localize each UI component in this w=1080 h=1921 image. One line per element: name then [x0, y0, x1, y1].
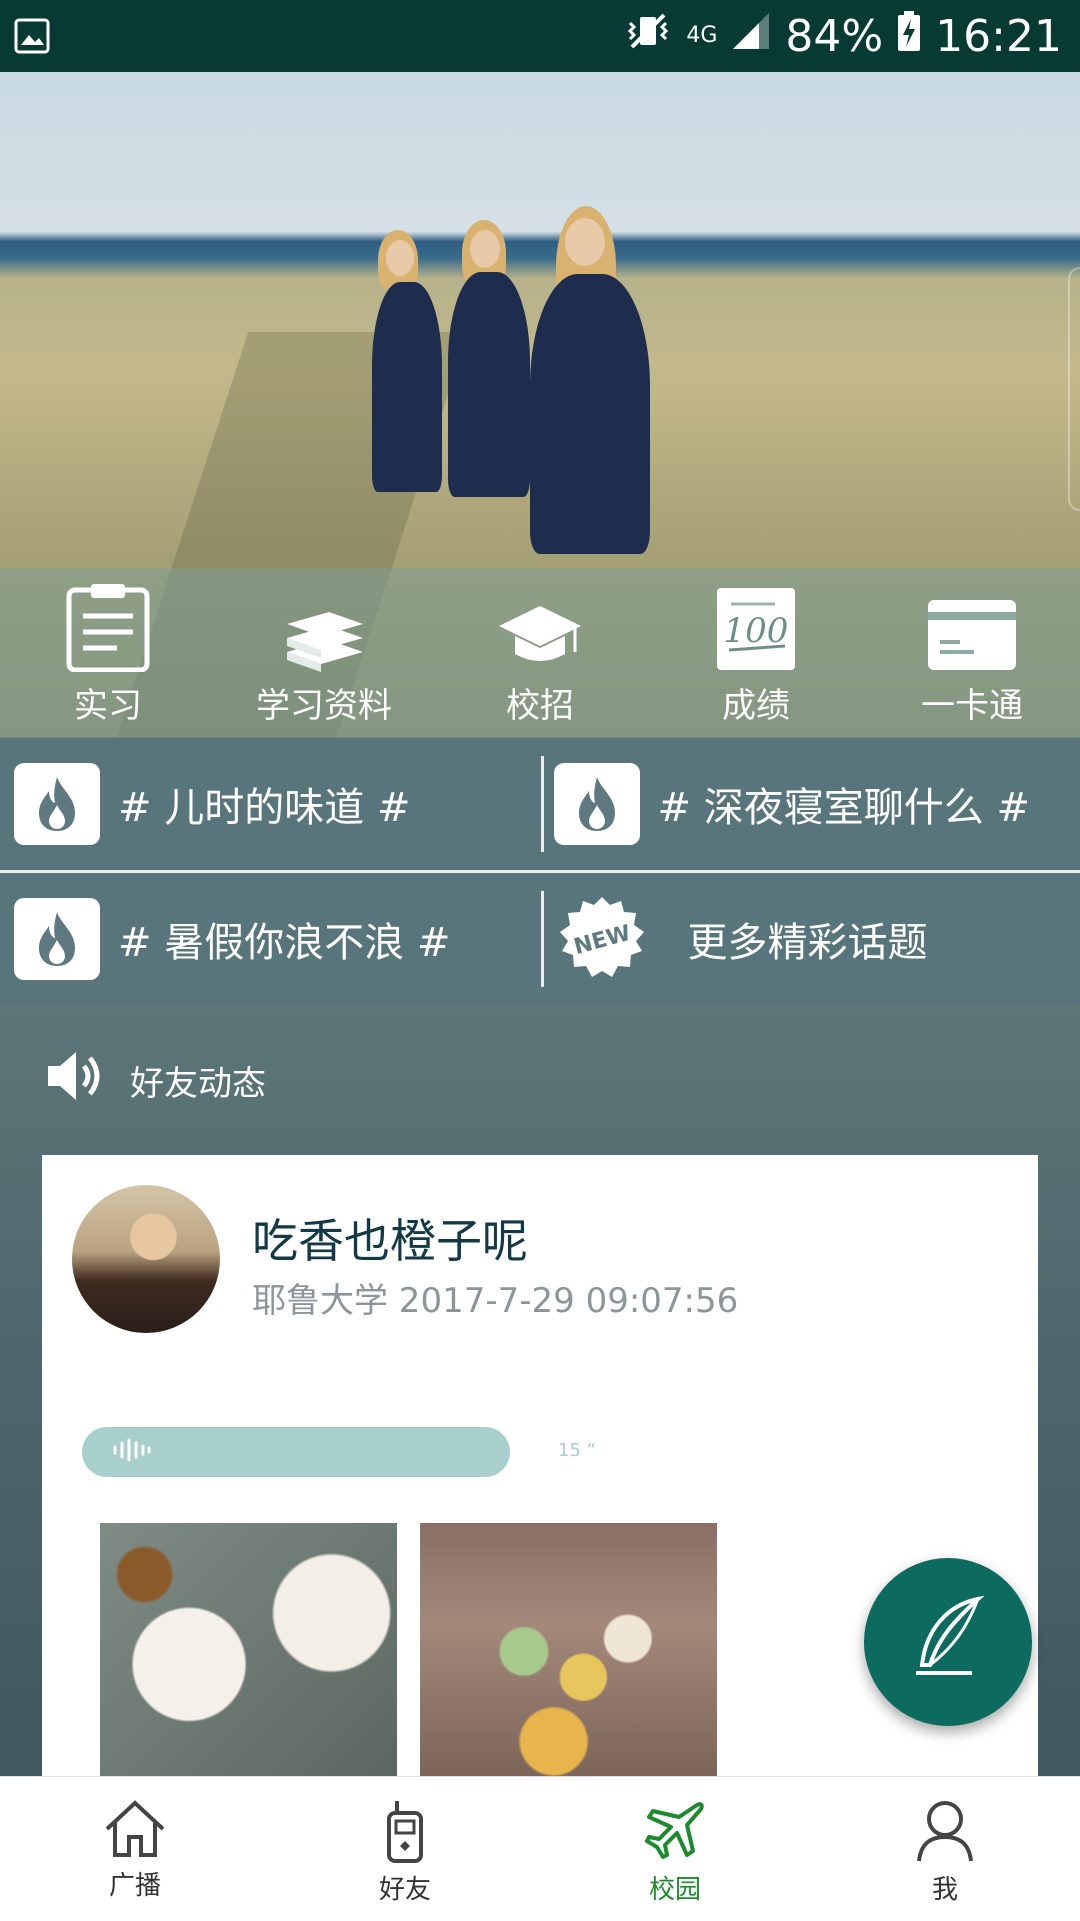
topic-summer-vacation[interactable]: # 暑假你浪不浪 #: [0, 873, 541, 1005]
more-topics-label: 更多精彩话题: [688, 910, 928, 968]
post-meta: 耶鲁大学 2017-7-29 09:07:56: [252, 1273, 738, 1322]
shortcut-grades[interactable]: 100 成绩: [666, 580, 846, 727]
post-username[interactable]: 吃香也橙子呢: [252, 1205, 528, 1271]
shortcut-label: 学习资料: [256, 678, 392, 727]
topic-label: # 暑假你浪不浪 #: [118, 910, 450, 968]
graduation-cap-icon: [497, 580, 583, 672]
shortcut-campus-recruit[interactable]: 校招: [450, 580, 630, 727]
topic-label: # 儿时的味道 #: [118, 775, 410, 833]
airplane-icon: [643, 1799, 707, 1869]
clock: 16:21: [935, 11, 1062, 62]
network-type: 4G: [686, 25, 717, 47]
nav-label: 校园: [649, 1869, 701, 1906]
shortcut-campus-card[interactable]: 一卡通: [882, 580, 1062, 727]
banner-edge-handle: [1068, 267, 1080, 511]
feed-header-title: 好友动态: [130, 1056, 266, 1105]
friends-feed-header: 好友动态: [46, 1050, 266, 1111]
soundwave-icon: [112, 1438, 152, 1466]
person-icon: [915, 1799, 975, 1869]
battery-percent: 84%: [785, 11, 883, 62]
shortcut-label: 实习: [74, 678, 142, 727]
gallery-notification-icon: [14, 18, 50, 54]
new-badge-icon: NEW: [556, 893, 648, 985]
compose-button[interactable]: [864, 1558, 1032, 1726]
nav-label: 我: [932, 1869, 958, 1906]
fire-icon: [554, 763, 640, 845]
topic-label: # 深夜寝室聊什么 #: [658, 775, 1030, 833]
topic-childhood-taste[interactable]: # 儿时的味道 #: [0, 738, 541, 870]
shortcut-label: 一卡通: [921, 678, 1023, 727]
vibrate-mute-icon: [624, 11, 672, 62]
nav-me[interactable]: 我: [810, 1777, 1080, 1921]
battery-charging-icon: [897, 11, 921, 62]
nav-friends[interactable]: 好友: [270, 1777, 540, 1921]
topic-late-night-dorm[interactable]: # 深夜寝室聊什么 #: [541, 756, 1080, 852]
score-100-icon: 100: [715, 580, 797, 672]
fire-icon: [14, 763, 100, 845]
fire-icon: [14, 898, 100, 980]
voice-duration: 15 “: [558, 1440, 596, 1461]
nav-broadcast[interactable]: 广播: [0, 1777, 270, 1921]
card-icon: [926, 580, 1018, 672]
avatar[interactable]: [72, 1185, 220, 1333]
topic-row: # 儿时的味道 # # 深夜寝室聊什么 #: [0, 738, 1080, 870]
nav-label: 好友: [379, 1869, 431, 1906]
more-topics-link[interactable]: NEW 更多精彩话题: [541, 891, 1080, 987]
books-icon: [279, 580, 369, 672]
speaker-icon: [46, 1050, 130, 1111]
walkie-talkie-icon: [383, 1799, 427, 1869]
signal-icon: [731, 11, 771, 62]
bottom-nav: 广播 好友 校园 我: [0, 1776, 1080, 1921]
shortcut-label: 校招: [506, 678, 574, 727]
clipboard-icon: [65, 580, 151, 672]
feather-pen-icon: [908, 1595, 988, 1689]
nav-campus[interactable]: 校园: [540, 1777, 810, 1921]
home-icon: [103, 1799, 167, 1865]
shortcut-label: 成绩: [722, 678, 790, 727]
shortcut-bar: 实习 学习资料 校招 100 成绩 一卡通: [0, 568, 1080, 738]
topic-row: # 暑假你浪不浪 # NEW 更多精彩话题: [0, 873, 1080, 1005]
post-photo[interactable]: [100, 1523, 397, 1780]
nav-label: 广播: [109, 1865, 161, 1902]
shortcut-study-materials[interactable]: 学习资料: [234, 580, 414, 727]
shortcut-internship[interactable]: 实习: [18, 580, 198, 727]
post-photo[interactable]: [420, 1523, 717, 1780]
status-bar: 4G 84% 16:21: [0, 0, 1080, 72]
voice-message-bar[interactable]: [82, 1427, 510, 1477]
hot-topics: # 儿时的味道 # # 深夜寝室聊什么 # # 暑假你浪不浪 # NEW 更多精…: [0, 738, 1080, 1005]
